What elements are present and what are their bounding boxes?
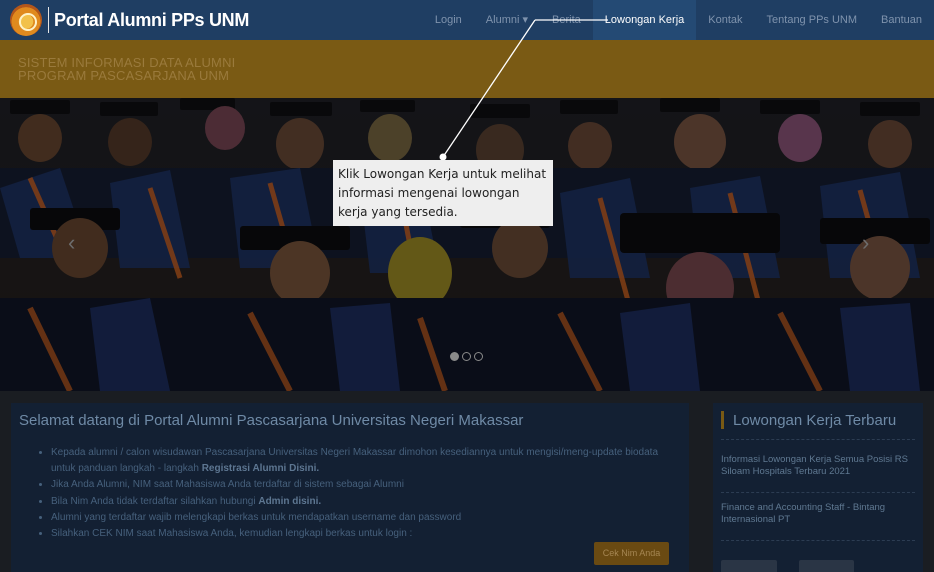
sidebar-title: Lowongan Kerja Terbaru: [733, 412, 897, 429]
nav-kontak[interactable]: Kontak: [696, 0, 754, 40]
brand-divider: [48, 7, 49, 33]
registrasi-link[interactable]: Registrasi Alumni Disini.: [202, 463, 319, 474]
banner-line-2: PROGRAM PASCASARJANA UNM: [18, 68, 230, 83]
carousel-indicators: [450, 352, 483, 361]
brand[interactable]: Portal Alumni PPs UNM: [10, 4, 249, 36]
job-item-2[interactable]: Finance and Accounting Staff - Bintang I…: [721, 502, 916, 526]
pagination-prev[interactable]: [721, 560, 777, 572]
header-banner: SISTEM INFORMASI DATA ALUMNI PROGRAM PAS…: [0, 40, 934, 98]
pagination-next[interactable]: [799, 560, 854, 572]
welcome-panel: Selamat datang di Portal Alumni Pascasar…: [11, 403, 689, 572]
sidebar-divider: [721, 492, 915, 493]
admin-link[interactable]: Admin disini.: [258, 496, 321, 507]
list-item-text: Alumni yang terdaftar wajib melengkapi b…: [51, 511, 462, 523]
lowongan-sidebar: Lowongan Kerja Terbaru Informasi Lowonga…: [713, 403, 923, 572]
nav-alumni[interactable]: Alumni ▾: [474, 0, 540, 40]
list-item: Jika Anda Alumni, NIM saat Mahasiswa And…: [51, 477, 666, 493]
sidebar-divider: [721, 439, 915, 440]
job-item-1[interactable]: Informasi Lowongan Kerja Semua Posisi RS…: [721, 454, 916, 478]
unm-logo-icon: [10, 4, 42, 36]
nav-tentang[interactable]: Tentang PPs UNM: [755, 0, 869, 40]
nav-alumni-label: Alumni: [485, 14, 520, 26]
nav-login[interactable]: Login: [423, 0, 474, 40]
chevron-left-icon[interactable]: ‹: [68, 230, 75, 256]
caret-down-icon: ▾: [522, 14, 529, 26]
list-item-text: Jika Anda Alumni, NIM saat Mahasiswa And…: [51, 479, 404, 491]
top-navbar: Portal Alumni PPs UNM Login Alumni ▾ Ber…: [0, 0, 934, 40]
list-item: Silahkan CEK NIM saat Mahasiswa Anda, ke…: [51, 526, 666, 542]
carousel-dot-1[interactable]: [450, 352, 459, 361]
nav-lowongan-kerja[interactable]: Lowongan Kerja: [592, 0, 697, 40]
list-item-text: Silahkan CEK NIM saat Mahasiswa Anda, ke…: [51, 528, 413, 540]
graduation-photo: [0, 98, 934, 391]
chevron-right-icon[interactable]: ›: [862, 230, 869, 256]
brand-title: Portal Alumni PPs UNM: [54, 9, 250, 30]
list-item: Kepada alumni / calon wisudawan Pascasar…: [51, 445, 666, 477]
hero-carousel[interactable]: ‹ ›: [0, 98, 934, 391]
list-item: Alumni yang terdaftar wajib melengkapi b…: [51, 510, 666, 526]
carousel-dot-2[interactable]: [462, 352, 471, 361]
cek-nim-button[interactable]: Cek Nim Anda: [594, 542, 669, 565]
welcome-title: Selamat datang di Portal Alumni Pascasar…: [19, 412, 524, 429]
list-item-text: Kepada alumni / calon wisudawan Pascasar…: [51, 447, 659, 475]
nav-menu: Login Alumni ▾ Berita Lowongan Kerja Kon…: [423, 0, 934, 40]
help-tooltip: Klik Lowongan Kerja untuk melihat inform…: [333, 160, 553, 226]
sidebar-divider: [721, 540, 915, 541]
carousel-dot-3[interactable]: [474, 352, 483, 361]
list-item-text: Bila Nim Anda tidak terdaftar silahkan h…: [51, 495, 259, 507]
nav-berita[interactable]: Berita: [540, 0, 593, 40]
list-item: Bila Nim Anda tidak terdaftar silahkan h…: [51, 494, 666, 510]
sidebar-accent-bar: [721, 411, 724, 429]
welcome-list: Kepada alumni / calon wisudawan Pascasar…: [51, 445, 666, 542]
nav-bantuan[interactable]: Bantuan: [869, 0, 934, 40]
